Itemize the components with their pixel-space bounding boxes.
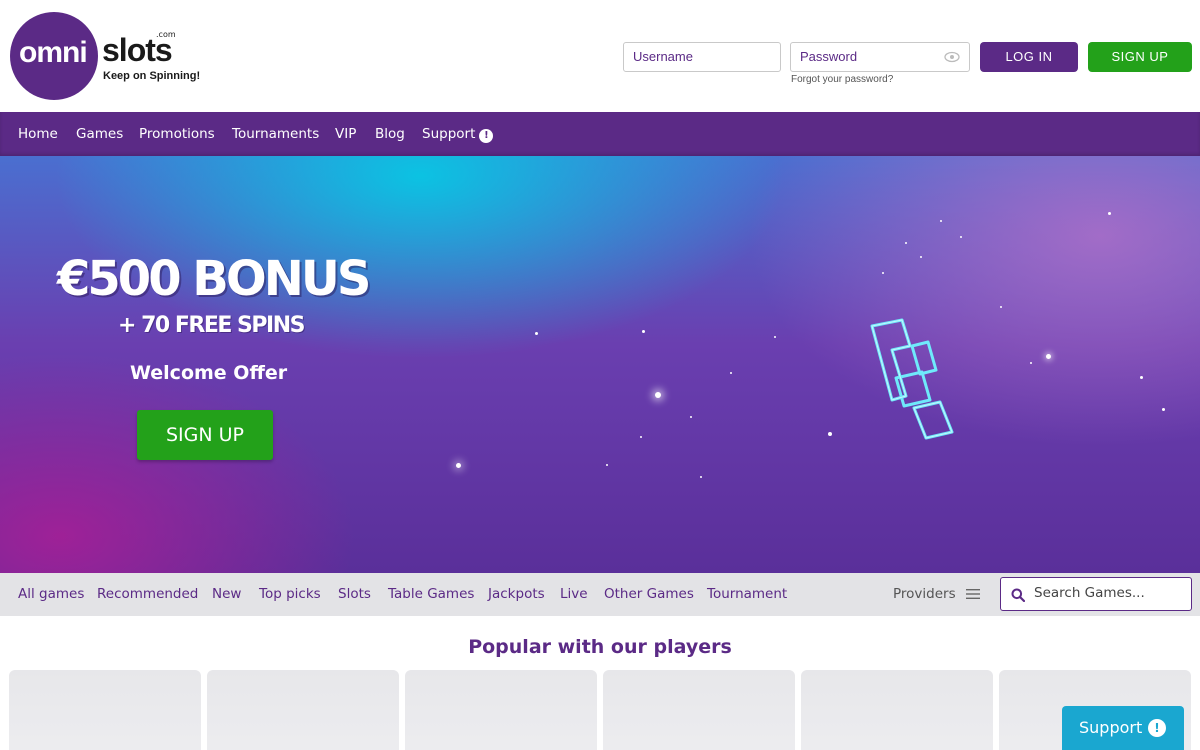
header-signup-button[interactable]: SIGN UP bbox=[1088, 42, 1192, 72]
nav-item-home[interactable]: Home bbox=[18, 126, 58, 142]
star-decoration bbox=[690, 416, 692, 418]
star-decoration bbox=[456, 463, 461, 468]
hero-signup-button[interactable]: SIGN UP bbox=[137, 410, 273, 460]
search-box[interactable] bbox=[1000, 577, 1192, 611]
star-decoration bbox=[606, 464, 608, 466]
hamburger-icon[interactable] bbox=[966, 588, 980, 600]
search-input[interactable] bbox=[1034, 585, 1184, 601]
star-decoration bbox=[940, 220, 942, 222]
star-decoration bbox=[1140, 376, 1143, 379]
logo-com-text: .com bbox=[156, 30, 176, 39]
game-tile[interactable] bbox=[207, 670, 399, 750]
login-button[interactable]: LOG IN bbox=[980, 42, 1078, 72]
star-decoration bbox=[1030, 362, 1032, 364]
star-decoration bbox=[920, 256, 922, 258]
game-tile[interactable] bbox=[801, 670, 993, 750]
username-input[interactable] bbox=[633, 49, 763, 64]
search-icon bbox=[1011, 588, 1025, 602]
category-tournament[interactable]: Tournament bbox=[707, 586, 787, 602]
password-field[interactable] bbox=[790, 42, 970, 72]
support-widget-label: Support bbox=[1079, 718, 1143, 737]
nav-item-promotions[interactable]: Promotions bbox=[139, 126, 215, 142]
category-all-games[interactable]: All games bbox=[18, 586, 84, 602]
star-decoration bbox=[905, 242, 907, 244]
star-decoration bbox=[655, 392, 661, 398]
star-decoration bbox=[774, 336, 776, 338]
category-live[interactable]: Live bbox=[560, 586, 588, 602]
star-decoration bbox=[700, 476, 702, 478]
game-tile[interactable] bbox=[603, 670, 795, 750]
category-top-picks[interactable]: Top picks bbox=[259, 586, 321, 602]
star-decoration bbox=[640, 436, 642, 438]
nav-item-tournaments[interactable]: Tournaments bbox=[232, 126, 319, 142]
star-decoration bbox=[1162, 408, 1165, 411]
star-decoration bbox=[642, 330, 645, 333]
category-new[interactable]: New bbox=[212, 586, 241, 602]
star-decoration bbox=[1000, 306, 1002, 308]
category-table-games[interactable]: Table Games bbox=[388, 586, 474, 602]
hero-title: €500 BONUS bbox=[57, 251, 371, 307]
game-tile[interactable] bbox=[9, 670, 201, 750]
star-decoration bbox=[1046, 354, 1051, 359]
username-field[interactable] bbox=[623, 42, 781, 72]
nav-support-label: Support bbox=[422, 126, 476, 142]
star-decoration bbox=[882, 272, 884, 274]
neon-sign-icon bbox=[870, 318, 954, 440]
popular-section-title: Popular with our players bbox=[468, 636, 732, 658]
star-decoration bbox=[1108, 212, 1111, 215]
support-alert-icon: ! bbox=[479, 129, 494, 143]
logo-omni-text: omni bbox=[19, 36, 88, 69]
hero-offer-label: Welcome Offer bbox=[130, 362, 288, 384]
eye-icon[interactable] bbox=[944, 51, 960, 63]
category-jackpots[interactable]: Jackpots bbox=[488, 586, 545, 602]
nav-item-support[interactable]: Support! bbox=[422, 126, 494, 143]
site-logo[interactable]: omni slots .com Keep on Spinning! bbox=[10, 12, 220, 102]
game-tile[interactable] bbox=[405, 670, 597, 750]
hero-banner: €500 BONUS + 70 FREE SPINS Welcome Offer… bbox=[0, 156, 1200, 573]
main-nav: Home Games Promotions Tournaments VIP Bl… bbox=[0, 112, 1200, 156]
hero-subtitle: + 70 FREE SPINS bbox=[118, 313, 305, 338]
support-widget-button[interactable]: Support ! bbox=[1062, 706, 1184, 750]
star-decoration bbox=[535, 332, 538, 335]
providers-dropdown[interactable]: Providers bbox=[893, 586, 956, 602]
support-widget-icon: ! bbox=[1148, 719, 1166, 737]
password-input[interactable] bbox=[800, 49, 930, 64]
nav-item-vip[interactable]: VIP bbox=[335, 126, 356, 142]
category-slots[interactable]: Slots bbox=[338, 586, 371, 602]
nav-item-blog[interactable]: Blog bbox=[375, 126, 405, 142]
logo-tagline: Keep on Spinning! bbox=[103, 70, 201, 82]
star-decoration bbox=[730, 372, 732, 374]
star-decoration bbox=[960, 236, 962, 238]
star-decoration bbox=[828, 432, 832, 436]
site-header: omni slots .com Keep on Spinning! Forgot… bbox=[0, 0, 1200, 112]
category-bar: All games Recommended New Top picks Slot… bbox=[0, 573, 1200, 616]
forgot-password-link[interactable]: Forgot your password? bbox=[791, 74, 893, 85]
category-other-games[interactable]: Other Games bbox=[604, 586, 694, 602]
category-recommended[interactable]: Recommended bbox=[97, 586, 198, 602]
nav-item-games[interactable]: Games bbox=[76, 126, 123, 142]
